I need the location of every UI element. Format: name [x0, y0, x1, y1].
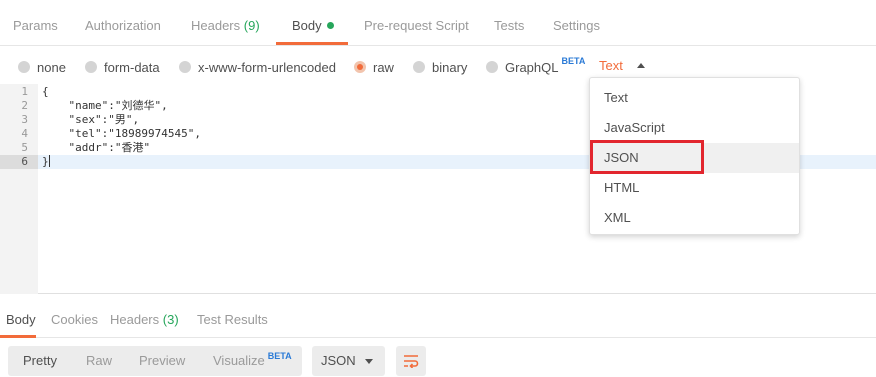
- view-mode-group: Pretty Raw Preview Visualize BETA: [8, 346, 302, 376]
- code-line: "tel":"18989974545",: [42, 127, 201, 140]
- response-format-select[interactable]: JSON: [312, 346, 385, 376]
- raw-button[interactable]: Raw: [86, 346, 112, 376]
- tab-params[interactable]: Params: [13, 18, 58, 46]
- dropdown-item-html[interactable]: HTML: [590, 173, 799, 203]
- tab-headers[interactable]: Headers (9): [191, 18, 260, 46]
- pretty-button[interactable]: Pretty: [23, 346, 57, 376]
- mode-graphql-label: GraphQL: [505, 59, 559, 75]
- line-number: 4: [21, 127, 28, 140]
- radio-urlencoded[interactable]: [179, 61, 191, 73]
- tab-headers-count: (9): [243, 18, 260, 33]
- visualize-beta-badge: BETA: [267, 351, 292, 361]
- wrap-lines-button[interactable]: [396, 346, 426, 376]
- line-number: 1: [21, 85, 28, 98]
- code-line-text: }: [42, 155, 49, 168]
- response-tab-cookies[interactable]: Cookies: [51, 312, 98, 327]
- line-number: 6: [21, 155, 28, 168]
- code-line: "addr":"香港": [42, 141, 151, 154]
- response-tab-test-results[interactable]: Test Results: [197, 312, 268, 327]
- active-tab-indicator: [276, 42, 348, 45]
- mode-raw[interactable]: raw: [354, 59, 394, 75]
- dropdown-item-text[interactable]: Text: [590, 83, 799, 113]
- response-toolbar: Pretty Raw Preview Visualize BETA JSON: [0, 338, 876, 377]
- line-number: 3: [21, 113, 28, 126]
- visualize-label: Visualize: [213, 353, 265, 368]
- line-number: 5: [21, 141, 28, 154]
- tab-tests[interactable]: Tests: [494, 18, 524, 46]
- code-line: }: [42, 155, 50, 169]
- mode-none[interactable]: none: [18, 59, 66, 75]
- radio-none[interactable]: [18, 61, 30, 73]
- tab-pre-request-script[interactable]: Pre-request Script: [364, 18, 469, 46]
- dropdown-item-javascript[interactable]: JavaScript: [590, 113, 799, 143]
- mode-graphql[interactable]: GraphQL BETA: [486, 56, 586, 75]
- graphql-beta-badge: BETA: [561, 56, 586, 66]
- radio-graphql[interactable]: [486, 61, 498, 73]
- raw-type-value: Text: [599, 58, 623, 73]
- response-tab-body[interactable]: Body: [6, 312, 36, 327]
- request-tabs: Params Authorization Headers (9) Body Pr…: [0, 0, 876, 46]
- mode-raw-label: raw: [373, 59, 394, 75]
- json-highlight-box: [590, 140, 704, 174]
- response-tabs: Body Cookies Headers (3) Test Results: [0, 296, 876, 338]
- caret-up-icon: [636, 63, 645, 68]
- radio-binary[interactable]: [413, 61, 425, 73]
- code-line: "name":"刘德华",: [42, 99, 168, 112]
- mode-form-data-label: form-data: [104, 59, 160, 75]
- tab-body-label: Body: [292, 18, 322, 33]
- mode-urlencoded[interactable]: x-www-form-urlencoded: [179, 59, 336, 75]
- tab-authorization[interactable]: Authorization: [85, 18, 161, 46]
- response-headers-count: (3): [162, 312, 179, 327]
- body-modified-dot: [326, 22, 334, 29]
- radio-form-data[interactable]: [85, 61, 97, 73]
- code-line: {: [42, 85, 49, 98]
- mode-binary-label: binary: [432, 59, 468, 75]
- dropdown-item-xml[interactable]: XML: [590, 203, 799, 233]
- tab-settings[interactable]: Settings: [553, 18, 600, 46]
- radio-raw[interactable]: [354, 61, 366, 73]
- response-tab-headers[interactable]: Headers (3): [110, 312, 179, 327]
- wrap-lines-icon: [404, 355, 419, 368]
- response-headers-label: Headers: [110, 312, 160, 327]
- caret-down-icon: [365, 359, 373, 364]
- tab-headers-label: Headers: [191, 18, 241, 33]
- mode-form-data[interactable]: form-data: [85, 59, 160, 75]
- mode-binary[interactable]: binary: [413, 59, 467, 75]
- response-format-value: JSON: [321, 353, 356, 368]
- preview-button[interactable]: Preview: [139, 346, 185, 376]
- mode-urlencoded-label: x-www-form-urlencoded: [198, 59, 336, 75]
- mode-none-label: none: [37, 59, 66, 75]
- line-number: 2: [21, 99, 28, 112]
- raw-type-select[interactable]: Text: [599, 58, 645, 73]
- visualize-button[interactable]: Visualize BETA: [213, 346, 292, 376]
- code-line: "sex":"男",: [42, 113, 140, 126]
- text-cursor: [48, 155, 50, 167]
